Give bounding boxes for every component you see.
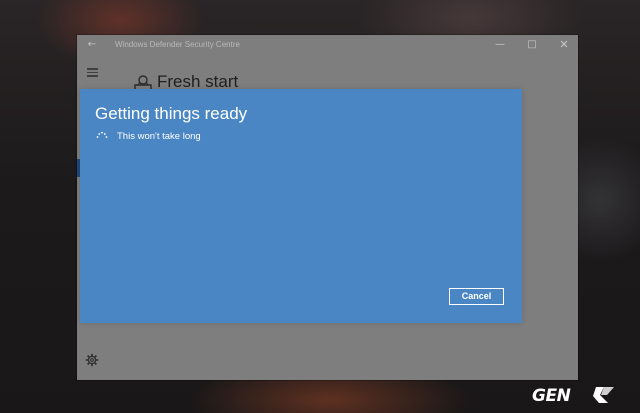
dialog-subtitle: This won't take long — [117, 131, 201, 142]
dialog-title: Getting things ready — [95, 104, 248, 123]
svg-text:GEN: GEN — [532, 386, 571, 406]
arrow-left-icon: ← — [87, 39, 97, 50]
gear-icon[interactable] — [85, 353, 99, 367]
minimize-icon: — — [495, 39, 505, 50]
title-bar: ← Windows Defender Security Centre — □ ✕ — [77, 35, 578, 55]
close-button[interactable]: ✕ — [556, 38, 572, 52]
maximize-button[interactable]: □ — [524, 38, 540, 52]
window-title: Windows Defender Security Centre — [115, 40, 240, 49]
loading-spinner-icon — [96, 131, 108, 138]
desktop-background: ← Windows Defender Security Centre — □ ✕ — [0, 0, 640, 413]
minimize-button[interactable]: — — [492, 38, 508, 52]
maximize-icon: □ — [527, 39, 537, 50]
back-button[interactable]: ← — [85, 38, 99, 52]
hamburger-icon[interactable] — [87, 68, 99, 77]
progress-dialog: Getting things ready This won't take lon… — [80, 89, 522, 323]
cancel-button[interactable]: Cancel — [449, 288, 504, 305]
genk-logo: GEN — [532, 386, 614, 406]
close-icon: ✕ — [559, 38, 569, 51]
